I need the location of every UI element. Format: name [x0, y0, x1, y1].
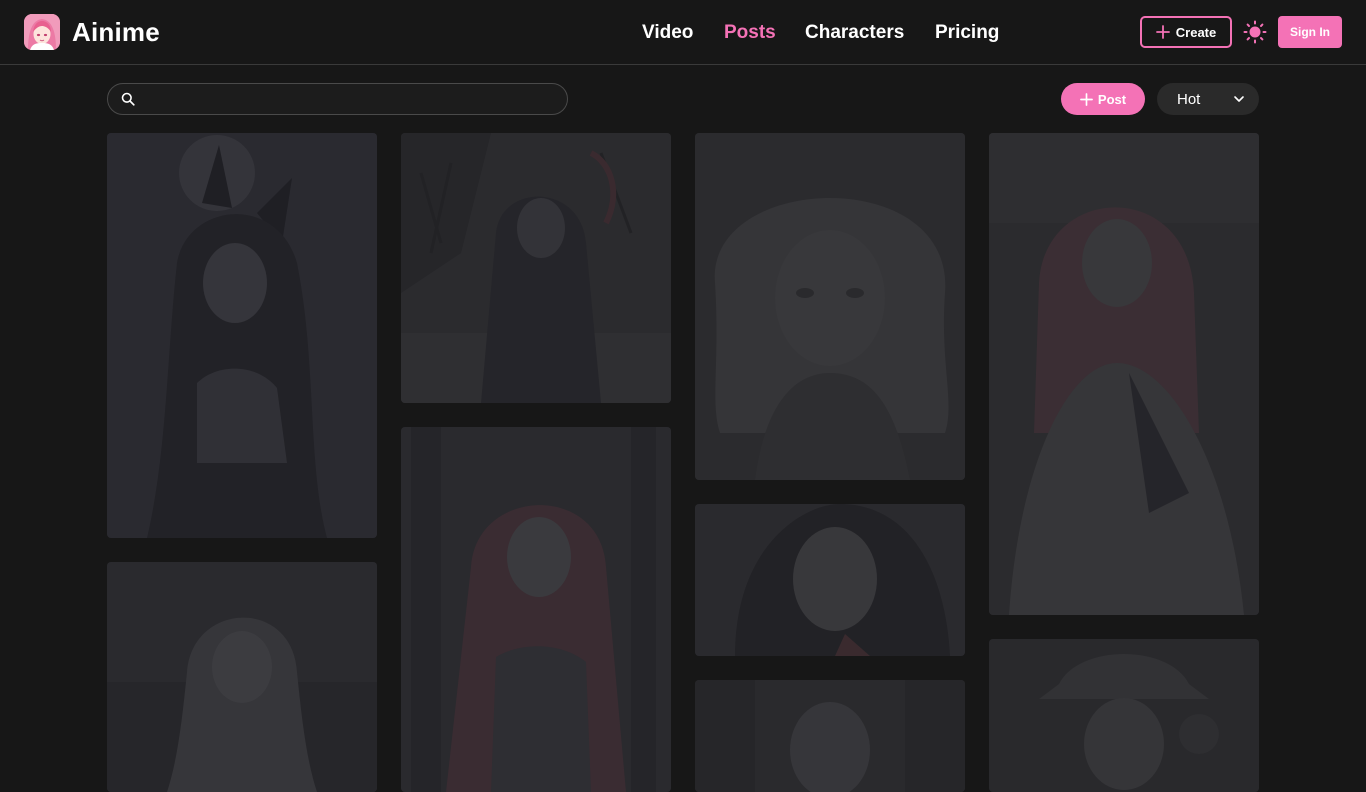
post-thumbnail [401, 133, 671, 403]
post-thumbnail [107, 562, 377, 792]
post-card[interactable] [989, 639, 1259, 792]
post-thumbnail [989, 639, 1259, 792]
post-thumbnail [401, 427, 671, 792]
plus-icon [1079, 92, 1093, 106]
nav-video[interactable]: Video [642, 20, 693, 46]
post-card[interactable] [695, 680, 965, 792]
new-post-button[interactable]: Post [1061, 83, 1145, 115]
sign-in-button[interactable]: Sign In [1278, 16, 1342, 48]
post-thumbnail [695, 133, 965, 480]
post-card[interactable] [695, 133, 965, 480]
post-thumbnail [695, 680, 965, 792]
create-button-label: Create [1175, 24, 1217, 40]
search-icon [121, 92, 135, 106]
logo-icon[interactable] [24, 14, 60, 50]
post-card[interactable] [401, 427, 671, 792]
nav-characters[interactable]: Characters [805, 20, 904, 46]
plus-icon [1155, 25, 1170, 39]
post-thumbnail [695, 504, 965, 656]
nav-pricing[interactable]: Pricing [935, 20, 999, 46]
brand-name[interactable]: Ainime [72, 16, 160, 48]
post-card[interactable] [401, 133, 671, 403]
post-card[interactable] [695, 504, 965, 656]
sun-icon [1243, 20, 1267, 44]
post-button-label: Post [1097, 91, 1127, 107]
search-bar [107, 83, 568, 115]
chevron-down-icon [1234, 96, 1244, 102]
post-card[interactable] [107, 562, 377, 792]
sort-value: Hot [1177, 90, 1201, 108]
post-thumbnail [989, 133, 1259, 615]
top-header: Ainime Video Posts Characters Pricing Cr… [0, 0, 1366, 65]
post-card[interactable] [107, 133, 377, 538]
post-card[interactable] [989, 133, 1259, 615]
theme-toggle-button[interactable] [1243, 20, 1267, 44]
sort-dropdown[interactable]: Hot [1157, 83, 1259, 115]
search-input[interactable] [144, 88, 554, 110]
nav-posts[interactable]: Posts [724, 20, 776, 46]
create-button[interactable]: Create [1140, 16, 1232, 48]
post-thumbnail [107, 133, 377, 538]
